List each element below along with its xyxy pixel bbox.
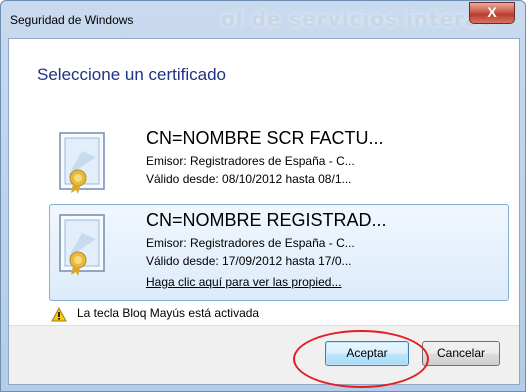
certificate-name: CN=NOMBRE SCR FACTU...: [146, 128, 384, 148]
certificate-icon: [59, 214, 105, 276]
background-window-text: ol de servicios interac: [221, 7, 493, 31]
caps-lock-warning: La tecla Bloq Mayús está activada: [77, 306, 260, 320]
certificate-item[interactable]: CN=NOMBRE SCR FACTU... Emisor: Registrad…: [49, 122, 509, 204]
window-title: Seguridad de Windows: [10, 13, 134, 27]
security-dialog: ol de servicios interac Seguridad de Win…: [0, 0, 526, 392]
warning-icon: [51, 307, 67, 322]
certificate-icon: [59, 132, 105, 194]
certificate-validity: Válido desde: 17/09/2012 hasta 17/0...: [146, 254, 352, 268]
button-bar: Aceptar Cancelar: [9, 325, 519, 384]
close-button[interactable]: X: [469, 2, 515, 24]
certificate-issuer: Emisor: Registradores de España - C...: [146, 236, 355, 250]
certificate-name: CN=NOMBRE REGISTRAD...: [146, 210, 387, 230]
annotation-circle: [293, 330, 429, 388]
title-bar[interactable]: ol de servicios interac Seguridad de Win…: [1, 1, 525, 39]
certificate-properties-link[interactable]: Haga clic aquí para ver las propied...: [146, 275, 341, 289]
certificate-issuer: Emisor: Registradores de España - C...: [146, 154, 355, 168]
certificate-item-selected[interactable]: CN=NOMBRE REGISTRAD... Emisor: Registrad…: [49, 204, 509, 301]
cancel-button[interactable]: Cancelar: [422, 341, 500, 366]
dialog-content: Seleccione un certificado CN=NOMBRE SCR …: [8, 38, 520, 385]
dialog-heading: Seleccione un certificado: [37, 65, 227, 84]
certificate-validity: Válido desde: 08/10/2012 hasta 08/1...: [146, 172, 352, 186]
